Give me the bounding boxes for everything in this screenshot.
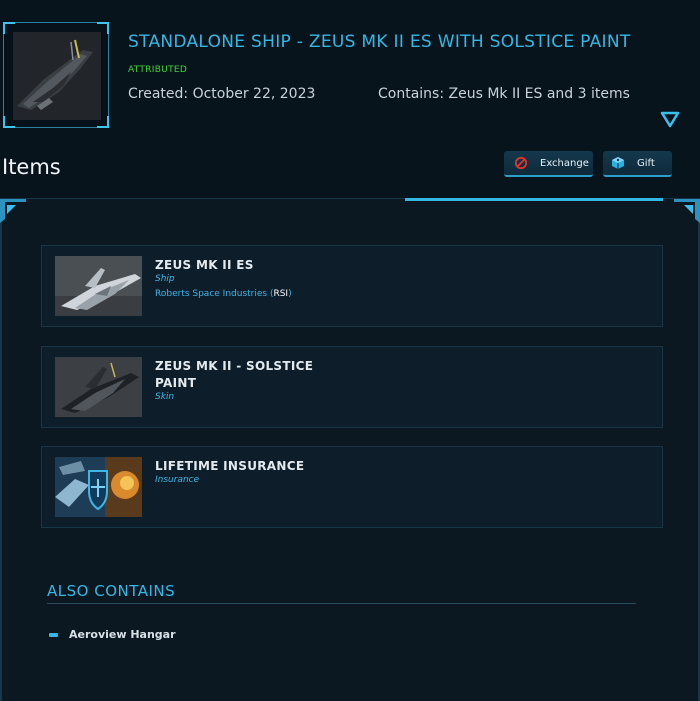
item-card-ship[interactable]: ZEUS MK II ES Ship Roberts Space Industr… [41, 245, 663, 327]
status-badge: ATTRIBUTED [128, 65, 188, 75]
insurance-image [55, 457, 142, 517]
prohibited-icon [514, 156, 528, 170]
panel-corner-left-icon [0, 199, 26, 223]
item-card-skin[interactable]: ZEUS MK II - SOLSTICE PAINT Skin [41, 346, 663, 428]
item-type: Insurance [155, 475, 200, 485]
paint-image [55, 357, 142, 417]
pledge-title: STANDALONE SHIP - ZEUS MK II ES WITH SOL… [128, 32, 631, 52]
bullet-icon [49, 632, 58, 637]
panel-corner-right-icon [674, 199, 700, 223]
panel-edge [0, 199, 2, 701]
manufacturer-close: ) [288, 289, 292, 299]
gift-cube-icon [611, 156, 625, 170]
panel-accent-bar [405, 198, 663, 201]
item-name: ZEUS MK II - SOLSTICE PAINT [155, 359, 314, 390]
pledge-thumbnail-frame [3, 22, 109, 128]
item-name: LIFETIME INSURANCE [155, 459, 305, 473]
collapse-toggle-button[interactable] [660, 109, 680, 129]
items-heading: Items [2, 155, 61, 179]
pledge-thumbnail-image [13, 32, 101, 120]
created-date: Created: October 22, 2023 [128, 86, 316, 102]
triangle-down-icon [660, 111, 680, 128]
manufacturer-name: Roberts Space Industries ( [155, 289, 274, 299]
also-contains-item: Aeroview Hangar [49, 628, 176, 641]
divider [47, 603, 636, 604]
ship-image [55, 256, 142, 316]
item-name: ZEUS MK II ES [155, 258, 254, 272]
gift-button[interactable]: Gift [603, 151, 672, 177]
exchange-button[interactable]: Exchange [504, 151, 593, 177]
item-card-insurance[interactable]: LIFETIME INSURANCE Insurance [41, 446, 663, 528]
also-contains-label: Aeroview Hangar [69, 628, 176, 641]
item-type: Ship [155, 274, 175, 284]
items-panel: ZEUS MK II ES Ship Roberts Space Industr… [0, 198, 700, 701]
contains-summary: Contains: Zeus Mk II ES and 3 items [378, 86, 630, 102]
item-manufacturer: Roberts Space Industries (RSI) [155, 289, 292, 299]
manufacturer-code: RSI [273, 289, 289, 299]
also-contains-heading: ALSO CONTAINS [47, 582, 176, 600]
gift-label: Gift [637, 157, 655, 169]
exchange-label: Exchange [540, 157, 589, 169]
item-type: Skin [155, 392, 175, 402]
